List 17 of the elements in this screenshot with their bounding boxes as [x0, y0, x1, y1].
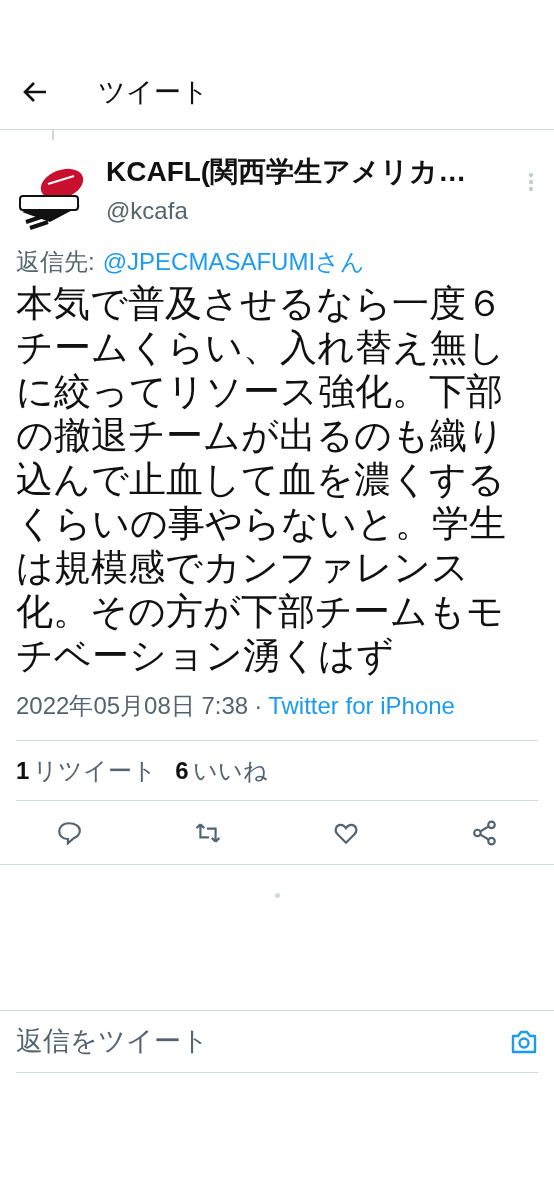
tweet-text: 本気で普及させるなら一度６チームくらい、入れ替え無しに絞ってリソース強化。下部の撤退チームが出るのも織り込んで止血して血を濃くするくらいの事やらないと。学生は規模感でカンファレンス化。その方が下部チームもモチベーション湧くはず [16, 282, 507, 678]
account-name[interactable]: KCAFL(関西学生アメリカ… [106, 152, 467, 192]
share-icon[interactable] [471, 819, 498, 846]
stat-label: いいね [192, 755, 268, 786]
account-handle: @kcafa [106, 196, 189, 226]
camera-icon[interactable] [510, 1028, 538, 1055]
reply-icon[interactable] [56, 819, 82, 846]
separator-dot: · [254, 691, 263, 721]
stat-label: リツイート [33, 755, 158, 786]
mention-link[interactable]: @JPECMASAFUMIさん [102, 246, 366, 278]
source-link[interactable]: Twitter for iPhone [268, 690, 455, 722]
tweet-date: 2022年05月08日 7:38 [16, 691, 249, 721]
page-title: ツイート [98, 76, 209, 109]
stat-count: 1 [16, 755, 30, 786]
stat-count: 6 [175, 755, 189, 786]
reply-label: 返信先: [16, 247, 95, 277]
reply-field[interactable]: 返信をツイート [16, 1021, 510, 1062]
